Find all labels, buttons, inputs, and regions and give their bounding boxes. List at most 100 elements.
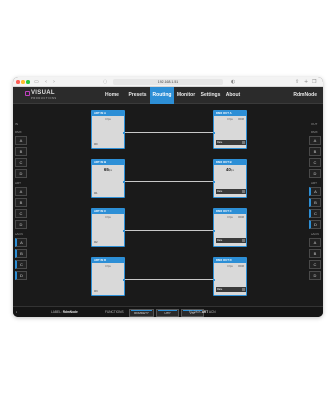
right-dmx-d-button[interactable]: D bbox=[309, 169, 321, 178]
rdm-identify-button[interactable]: RDMDETY bbox=[129, 309, 154, 317]
nav-home[interactable]: Home bbox=[101, 87, 123, 104]
input-port-b[interactable] bbox=[123, 181, 124, 183]
left-group2-label: ART bbox=[15, 181, 21, 185]
right-dmx-a-button[interactable]: A bbox=[309, 136, 321, 145]
minimize-window-button[interactable] bbox=[21, 80, 25, 84]
left-art-d-button[interactable]: D bbox=[15, 220, 27, 229]
input-port-d[interactable] bbox=[123, 279, 124, 281]
output-rate-handle[interactable] bbox=[242, 141, 245, 144]
brand-logo[interactable]: VISUAL PRODUCTIONS bbox=[25, 90, 63, 101]
url-bar[interactable]: 192.168.1.51 bbox=[113, 79, 223, 85]
maximize-window-button[interactable] bbox=[26, 80, 30, 84]
output-rate-bar[interactable]: Rate bbox=[216, 238, 246, 243]
input-card-d[interactable]: ART IN D 0 fps 0/3 bbox=[91, 257, 125, 296]
rdm-identify-label: RDMDETY bbox=[134, 311, 149, 315]
browser-toolbar: ▭ ‹ › ◌ 192.168.1.51 ◐ ⇪ + ❐ bbox=[13, 77, 323, 87]
logo-subtext: PRODUCTIONS bbox=[31, 97, 57, 100]
close-window-button[interactable] bbox=[16, 80, 20, 84]
nav-presets[interactable]: Presets bbox=[125, 87, 150, 104]
input-card-c[interactable]: ART IN C 0 fps 0/2 bbox=[91, 208, 125, 247]
output-card-c[interactable]: DMX OUT C 0 fps RDM Rate bbox=[213, 208, 247, 247]
logo-mark-icon bbox=[25, 91, 30, 96]
new-tab-icon[interactable]: + bbox=[304, 78, 308, 86]
output-rate-bar[interactable]: Rate bbox=[216, 287, 246, 292]
nav-monitor[interactable]: Monitor bbox=[174, 87, 198, 104]
output-port-b[interactable] bbox=[214, 181, 215, 183]
input-card-universe: 0/2 bbox=[94, 241, 98, 244]
left-group1-label: DMX bbox=[15, 130, 22, 134]
share-icon[interactable]: ⇪ bbox=[295, 78, 299, 86]
output-rate-label: Rate bbox=[217, 288, 223, 291]
status-suffix: ACN bbox=[208, 310, 216, 314]
right-sacn-c-button[interactable]: C bbox=[309, 260, 321, 269]
user-name[interactable]: RdmNode bbox=[293, 87, 317, 104]
output-rate-bar[interactable]: Rate bbox=[216, 189, 246, 194]
right-art-b-button[interactable]: B bbox=[309, 198, 321, 207]
output-rate-label: Rate bbox=[217, 239, 223, 242]
button-indicator bbox=[131, 310, 152, 311]
button-indicator bbox=[158, 310, 177, 311]
right-group3-label: sACN bbox=[311, 232, 319, 236]
right-sacn-b-button[interactable]: B bbox=[309, 249, 321, 258]
left-dmx-a-button[interactable]: A bbox=[15, 136, 27, 145]
input-card-a[interactable]: ART IN A 0 fps 0/0 bbox=[91, 110, 125, 149]
rdm-label: RDM bbox=[238, 118, 244, 121]
left-dmx-d-button[interactable]: D bbox=[15, 169, 27, 178]
right-dmx-b-button[interactable]: B bbox=[309, 147, 321, 156]
status-active-protocol: ART bbox=[201, 310, 209, 314]
output-card-rate: 40fps bbox=[214, 167, 246, 174]
right-sacn-a-button[interactable]: A bbox=[309, 238, 321, 247]
output-port-c[interactable] bbox=[214, 230, 215, 232]
output-card-d[interactable]: DMX OUT D 0 fps RDM Rate bbox=[213, 257, 247, 296]
left-dmx-b-button[interactable]: B bbox=[15, 147, 27, 156]
rdm-label: RDM bbox=[238, 216, 244, 219]
right-group2-label: ART bbox=[311, 181, 317, 185]
output-rate-handle[interactable] bbox=[242, 239, 245, 242]
output-rate-handle[interactable] bbox=[242, 190, 245, 193]
input-card-b[interactable]: ART IN B 65fps 0/1 bbox=[91, 159, 125, 198]
output-card-a[interactable]: DMX OUT A 0 fps RDM Rate bbox=[213, 110, 247, 149]
left-dmx-c-button[interactable]: C bbox=[15, 158, 27, 167]
top-nav: VISUAL PRODUCTIONS Home Presets Routing … bbox=[13, 87, 323, 104]
left-group3-label: sACN bbox=[15, 232, 23, 236]
output-rate-handle[interactable] bbox=[242, 288, 245, 291]
right-dmx-c-button[interactable]: C bbox=[309, 158, 321, 167]
output-card-rate-unit: fps bbox=[230, 169, 235, 172]
input-port-c[interactable] bbox=[123, 230, 124, 232]
functions-label: FUNCTIONS bbox=[105, 310, 124, 314]
left-sacn-a-button[interactable]: A bbox=[15, 238, 27, 247]
input-port-a[interactable] bbox=[123, 132, 124, 134]
nav-settings[interactable]: Settings bbox=[198, 87, 223, 104]
left-sacn-d-button[interactable]: D bbox=[15, 271, 27, 280]
chevron-left-icon[interactable]: ‹ bbox=[45, 78, 47, 86]
output-port-d[interactable] bbox=[214, 279, 215, 281]
output-rate-label: Rate bbox=[217, 190, 223, 193]
translate-icon[interactable]: ◐ bbox=[231, 78, 235, 86]
left-art-c-button[interactable]: C bbox=[15, 209, 27, 218]
bottom-status-bar: ▪ LABEL: RdmNode FUNCTIONS RDMDETY HTP L… bbox=[13, 306, 323, 317]
left-sacn-b-button[interactable]: B bbox=[15, 249, 27, 258]
right-art-d-button[interactable]: D bbox=[309, 220, 321, 229]
lock-icon[interactable]: ▪ bbox=[16, 307, 17, 317]
right-art-a-button[interactable]: A bbox=[309, 187, 321, 196]
right-sacn-d-button[interactable]: D bbox=[309, 271, 321, 280]
htp-button[interactable]: HTP bbox=[156, 309, 179, 317]
nav-about[interactable]: About bbox=[223, 87, 243, 104]
left-art-b-button[interactable]: B bbox=[15, 198, 27, 207]
route-line-a bbox=[125, 132, 215, 133]
left-art-a-button[interactable]: A bbox=[15, 187, 27, 196]
route-line-b bbox=[125, 181, 215, 182]
nav-routing[interactable]: Routing bbox=[150, 87, 174, 104]
sidebar-icon[interactable]: ▭ bbox=[34, 78, 39, 86]
right-art-c-button[interactable]: C bbox=[309, 209, 321, 218]
right-group1-label: DMX bbox=[311, 130, 318, 134]
output-port-a[interactable] bbox=[214, 132, 215, 134]
chevron-right-icon[interactable]: › bbox=[53, 78, 55, 86]
protocol-status: F1 DMX ART ACN bbox=[189, 307, 216, 317]
output-card-b[interactable]: DMX OUT B 40fps Rate bbox=[213, 159, 247, 198]
output-rate-bar[interactable]: Rate bbox=[216, 140, 246, 145]
tabs-overview-icon[interactable]: ❐ bbox=[312, 78, 316, 86]
route-line-d bbox=[125, 279, 215, 280]
input-card-rate: 0 fps bbox=[105, 118, 111, 121]
left-sacn-c-button[interactable]: C bbox=[15, 260, 27, 269]
